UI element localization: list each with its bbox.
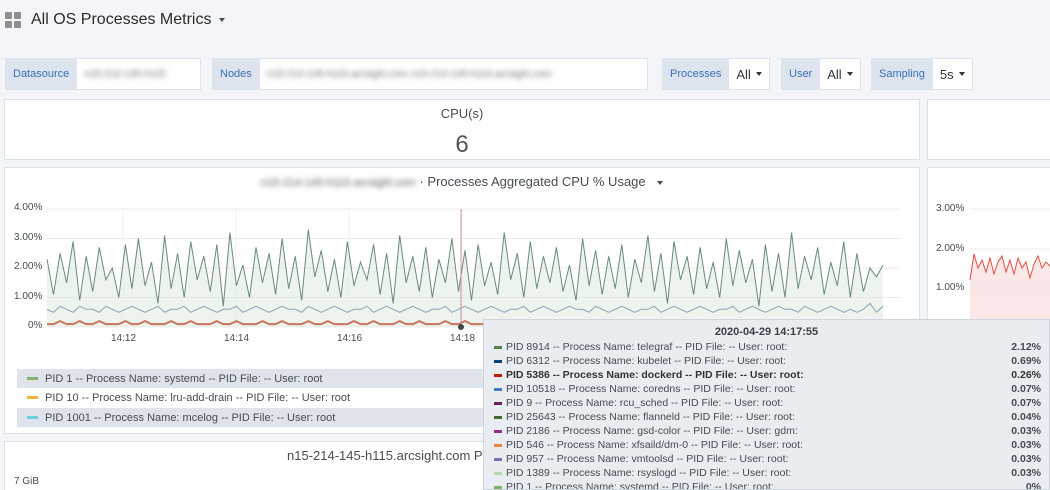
- nodes-label: Nodes: [212, 58, 260, 90]
- chevron-down-icon: [846, 72, 853, 76]
- legend-label: PID 10 -- Process Name: lru-add-drain --…: [45, 391, 351, 404]
- tooltip-row: PID 9 -- Process Name: rcu_sched -- PID …: [484, 396, 1049, 410]
- legend-swatch: [27, 396, 38, 399]
- cpu-count-panel: CPU(s) 6: [4, 99, 920, 160]
- nodes-variable: Nodes n15-214-145-h115.arcsight.com n15-…: [212, 58, 648, 90]
- legend-swatch: [27, 377, 38, 380]
- tooltip-label: PID 9 -- Process Name: rcu_sched -- PID …: [506, 397, 784, 409]
- tooltip-label: PID 957 -- Process Name: vmtoolsd -- PID…: [506, 453, 789, 465]
- chevron-down-icon[interactable]: [219, 18, 226, 22]
- processes-label: Processes: [662, 58, 730, 90]
- tooltip-value: 0.26%: [1011, 369, 1041, 381]
- tooltip-row: PID 10518 -- Process Name: coredns -- PI…: [484, 382, 1049, 396]
- user-select[interactable]: All: [820, 58, 861, 90]
- tooltip-row: PID 2186 -- Process Name: gsd-color -- P…: [484, 424, 1049, 438]
- tooltip-swatch: [494, 387, 502, 391]
- tooltip-value: 0%: [1025, 481, 1041, 490]
- tooltip-row: PID 5386 -- Process Name: dockerd -- PID…: [484, 368, 1049, 382]
- tooltip-value: 2.12%: [1011, 341, 1041, 353]
- tooltip-swatch: [494, 457, 502, 461]
- legend-swatch: [27, 416, 38, 419]
- legend-label: PID 1001 -- Process Name: mcelog -- PID …: [45, 411, 336, 424]
- tooltip-row: PID 25643 -- Process Name: flanneld -- P…: [484, 410, 1049, 424]
- tooltip-value: 0.07%: [1011, 383, 1041, 395]
- dashboard-grid-icon[interactable]: [5, 12, 21, 28]
- y-tick-label: 7 GiB: [14, 476, 40, 487]
- user-value: All: [827, 66, 842, 82]
- datasource-select[interactable]: n15-214-145-h115: [77, 58, 202, 90]
- tooltip-swatch: [494, 415, 502, 419]
- tooltip-swatch: [494, 373, 502, 377]
- tooltip-swatch: [494, 401, 502, 405]
- legend-item[interactable]: PID 10 -- Process Name: lru-add-drain --…: [17, 388, 483, 407]
- tooltip-label: PID 2186 -- Process Name: gsd-color -- P…: [506, 425, 798, 437]
- sampling-value: 5s: [939, 66, 954, 82]
- sampling-label: Sampling: [871, 58, 933, 90]
- legend-item[interactable]: PID 1 -- Process Name: systemd -- PID Fi…: [17, 369, 483, 388]
- panel-title[interactable]: n15-214-145-h115.arcsight.com Pr: [287, 448, 487, 463]
- graph-tooltip: 2020-04-29 14:17:55 PID 8914 -- Process …: [483, 319, 1050, 490]
- right-mini-chart[interactable]: [928, 168, 1050, 326]
- tooltip-swatch: [494, 345, 502, 349]
- tooltip-value: 0.03%: [1011, 439, 1041, 451]
- tooltip-label: PID 546 -- Process Name: xfsaild/dm-0 --…: [506, 439, 803, 451]
- tooltip-swatch: [494, 471, 502, 475]
- nodes-value: n15-214-145-h115.arcsight.com n15-214-14…: [266, 68, 552, 80]
- tooltip-value: 0.03%: [1011, 425, 1041, 437]
- cpu-count-value: 6: [455, 131, 469, 158]
- right-stat-panel: [927, 99, 1050, 160]
- tooltip-swatch: [494, 443, 502, 447]
- tooltip-row: PID 6312 -- Process Name: kubelet -- PID…: [484, 354, 1049, 368]
- tooltip-swatch: [494, 429, 502, 433]
- tooltip-value: 0.69%: [1011, 355, 1041, 367]
- sampling-select[interactable]: 5s: [932, 58, 973, 90]
- tooltip-row: PID 957 -- Process Name: vmtoolsd -- PID…: [484, 452, 1049, 466]
- tooltip-label: PID 6312 -- Process Name: kubelet -- PID…: [506, 355, 787, 367]
- tooltip-value: 0.03%: [1011, 453, 1041, 465]
- hover-point: [458, 324, 464, 330]
- dashboard-title[interactable]: All OS Processes Metrics: [31, 11, 211, 29]
- sampling-variable: Sampling 5s: [871, 58, 973, 90]
- chevron-down-icon: [958, 72, 965, 76]
- user-variable: User All: [781, 58, 861, 90]
- tooltip-value: 0.04%: [1011, 411, 1041, 423]
- tooltip-row: PID 1 -- Process Name: systemd -- PID Fi…: [484, 480, 1049, 490]
- dashboard-header: All OS Processes Metrics: [0, 0, 1050, 40]
- tooltip-label: PID 1 -- Process Name: systemd -- PID Fi…: [506, 481, 774, 490]
- tooltip-row: PID 546 -- Process Name: xfsaild/dm-0 --…: [484, 438, 1049, 452]
- template-variables: Datasource n15-214-145-h115 Nodes n15-21…: [0, 58, 1050, 90]
- tooltip-label: PID 10518 -- Process Name: coredns -- PI…: [506, 383, 796, 395]
- panel-title: CPU(s): [440, 106, 484, 121]
- processes-value: All: [736, 66, 751, 82]
- tooltip-time: 2020-04-29 14:17:55: [714, 326, 819, 338]
- datasource-value: n15-214-145-h115: [84, 68, 166, 80]
- tooltip-label: PID 1389 -- Process Name: rsyslogd -- PI…: [506, 467, 792, 479]
- legend-item[interactable]: PID 1001 -- Process Name: mcelog -- PID …: [17, 408, 483, 427]
- tooltip-label: PID 5386 -- Process Name: dockerd -- PID…: [506, 369, 804, 381]
- chevron-down-icon: [755, 72, 762, 76]
- tooltip-value: 0.07%: [1011, 397, 1041, 409]
- processes-select[interactable]: All: [729, 58, 770, 90]
- user-label: User: [781, 58, 821, 90]
- datasource-variable: Datasource n15-214-145-h115: [5, 58, 202, 90]
- tooltip-rows: PID 8914 -- Process Name: telegraf -- PI…: [484, 340, 1049, 490]
- nodes-select[interactable]: n15-214-145-h115.arcsight.com n15-214-14…: [259, 58, 648, 90]
- right-graph-panel: 3.00% 2.00% 1.00%: [927, 167, 1050, 327]
- legend-label: PID 1 -- Process Name: systemd -- PID Fi…: [45, 372, 323, 385]
- tooltip-label: PID 8914 -- Process Name: telegraf -- PI…: [506, 341, 788, 353]
- series-area: [47, 229, 883, 327]
- tooltip-label: PID 25643 -- Process Name: flanneld -- P…: [506, 411, 795, 423]
- tooltip-row: PID 1389 -- Process Name: rsyslogd -- PI…: [484, 466, 1049, 480]
- tooltip-value: 0.03%: [1011, 467, 1041, 479]
- datasource-label: Datasource: [5, 58, 78, 90]
- tooltip-swatch: [494, 485, 502, 489]
- tooltip-swatch: [494, 359, 502, 363]
- tooltip-row: PID 8914 -- Process Name: telegraf -- PI…: [484, 340, 1049, 354]
- processes-variable: Processes All: [662, 58, 770, 90]
